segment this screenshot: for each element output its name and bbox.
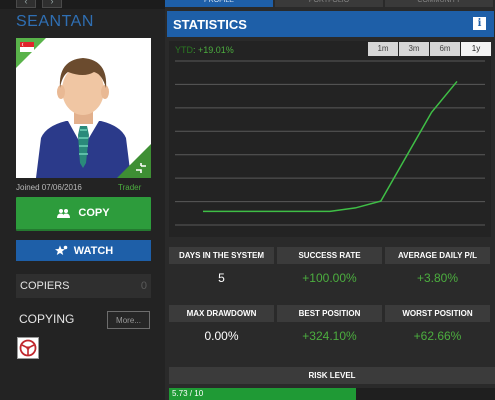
stat-avg-daily-label: AVERAGE DAILY P/L — [385, 247, 490, 264]
people-icon — [57, 209, 71, 218]
trader-username: SEANTAN — [16, 13, 94, 30]
trader-avatar[interactable] — [16, 38, 151, 178]
stat-best-label: BEST POSITION — [277, 305, 382, 322]
stat-days-value: 5 — [218, 271, 225, 285]
copiers-label: COPIERS — [20, 280, 70, 292]
joined-date: Joined 07/06/2016 — [16, 183, 82, 192]
stat-success-value: +100.00% — [302, 271, 357, 285]
trader-role: Trader — [118, 183, 142, 192]
range-6m[interactable]: 6m — [430, 42, 460, 56]
range-selector: 1m 3m 6m 1y — [367, 42, 491, 56]
tab-portfolio[interactable]: PORTFOLIO — [275, 0, 383, 7]
range-1y[interactable]: 1y — [461, 42, 491, 56]
performance-line-chart — [175, 60, 485, 226]
singapore-flag-icon — [20, 42, 34, 52]
statistics-title: STATISTICS — [173, 16, 247, 32]
star-icon — [54, 245, 68, 255]
stat-best-value: +324.10% — [302, 329, 357, 343]
next-arrow-icon[interactable]: › — [42, 0, 62, 8]
copying-label: COPYING — [19, 312, 75, 326]
stat-days-label: DAYS IN THE SYSTEM — [169, 247, 274, 264]
stat-worst-value: +62.66% — [413, 329, 462, 343]
risk-level-label: RISK LEVEL — [169, 367, 495, 384]
info-icon[interactable]: i — [473, 17, 486, 30]
trader-sidebar: ‹ › SEANTAN Joined 07/06/2016 Trader COP… — [0, 0, 165, 400]
copiers-row: COPIERS 0 — [16, 274, 151, 298]
stat-drawdown-value: 0.00% — [204, 329, 239, 343]
stat-worst: WORST POSITION +62.66% — [385, 305, 490, 350]
watch-button-label: WATCH — [73, 244, 114, 257]
stat-avg-daily-value: +3.80% — [416, 271, 459, 285]
app-root: ‹ › SEANTAN Joined 07/06/2016 Trader COP… — [0, 0, 495, 400]
stat-days: DAYS IN THE SYSTEM 5 — [169, 247, 274, 292]
risk-level-value: 5.73 / 10 — [172, 389, 204, 398]
stat-success: SUCCESS RATE +100.00% — [277, 247, 382, 292]
stat-worst-label: WORST POSITION — [385, 305, 490, 322]
stat-drawdown: MAX DRAWDOWN 0.00% — [169, 305, 274, 350]
copy-button[interactable]: COPY — [16, 197, 151, 231]
copiers-count: 0 — [140, 280, 147, 292]
more-button[interactable]: More... — [107, 311, 150, 329]
stat-best: BEST POSITION +324.10% — [277, 305, 382, 350]
range-3m[interactable]: 3m — [399, 42, 429, 56]
main-panel: PROFILE PORTFOLIO COMMUNITY STATISTICS i… — [165, 0, 495, 400]
copied-trader-avatar[interactable] — [17, 337, 39, 359]
statistics-header: STATISTICS i — [167, 11, 494, 37]
stat-success-label: SUCCESS RATE — [277, 247, 382, 264]
ytd-key: YTD — [175, 45, 193, 55]
chart-series-line — [203, 80, 458, 213]
watch-button[interactable]: WATCH — [16, 240, 151, 261]
copy-button-label: COPY — [78, 207, 110, 219]
ytd-return: YTD: +19.01% — [175, 45, 234, 55]
range-1m[interactable]: 1m — [368, 42, 398, 56]
risk-level-bar: 5.73 / 10 — [169, 388, 495, 400]
steering-wheel-icon — [19, 339, 37, 357]
tab-community[interactable]: COMMUNITY — [385, 0, 493, 7]
trader-arrows-icon — [136, 163, 146, 173]
performance-chart: YTD: +19.01% 1m 3m 6m 1y — [169, 41, 491, 237]
stat-avg-daily: AVERAGE DAILY P/L +3.80% — [385, 247, 490, 292]
profile-tabs: PROFILE PORTFOLIO COMMUNITY — [165, 0, 495, 7]
tab-profile[interactable]: PROFILE — [165, 0, 273, 7]
ytd-value: +19.01% — [198, 45, 234, 55]
prev-arrow-icon[interactable]: ‹ — [16, 0, 36, 8]
stat-drawdown-label: MAX DRAWDOWN — [169, 305, 274, 322]
